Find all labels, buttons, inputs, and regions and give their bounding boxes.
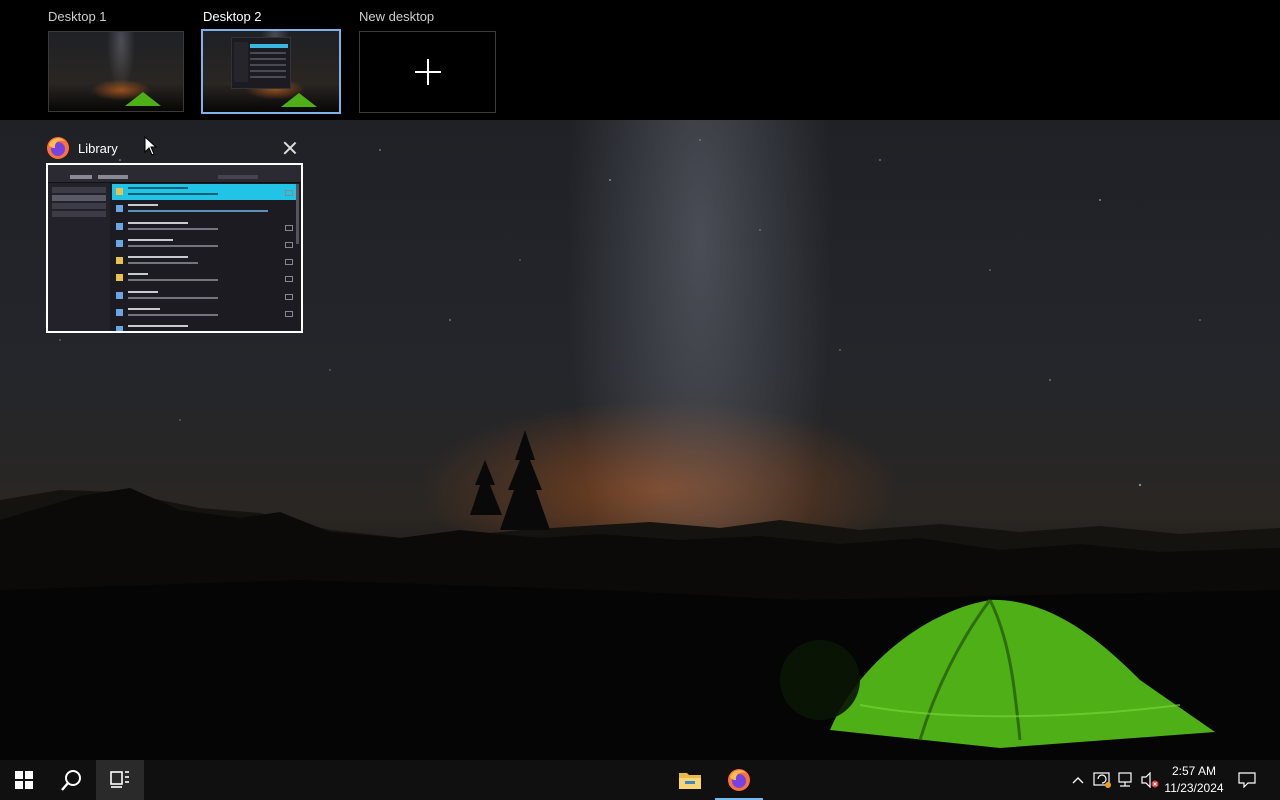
desktop-2-thumbnail[interactable] [201, 29, 341, 114]
desktop-1-label: Desktop 1 [48, 9, 107, 24]
thumb-scrollbar [296, 184, 299, 244]
taskbar: 2:57 AM 11/23/2024 [0, 760, 1280, 800]
list-item [112, 288, 299, 306]
list-item [112, 322, 299, 331]
list-item [112, 253, 299, 271]
start-button[interactable] [0, 760, 48, 800]
desktop-1[interactable]: Desktop 1 [48, 8, 188, 112]
search-button[interactable] [48, 760, 96, 800]
notification-icon[interactable] [1237, 770, 1257, 790]
clock-date: 11/23/2024 [1164, 781, 1224, 795]
thumb-titlebar [48, 165, 301, 173]
taskbar-file-explorer[interactable] [666, 760, 714, 800]
network-icon[interactable] [1116, 770, 1136, 790]
mouse-pointer-icon [144, 136, 158, 156]
tent-thumb-graphic [125, 92, 161, 106]
new-desktop-label: New desktop [359, 9, 435, 24]
task-view-button[interactable] [96, 760, 144, 800]
window-card-header: Library [46, 134, 303, 162]
list-item [112, 270, 299, 288]
file-explorer-icon [679, 773, 701, 789]
plus-icon [414, 59, 441, 85]
mini-library-window [231, 37, 291, 89]
virtual-desktops-bar: Desktop 1 Desktop 2 New desktop [0, 0, 1280, 120]
taskbar-firefox[interactable] [715, 760, 763, 800]
chevron-up-icon[interactable] [1068, 770, 1088, 790]
thumb-toolbar [48, 173, 301, 183]
thumb-sidebar [48, 183, 110, 331]
close-icon[interactable] [280, 138, 300, 158]
desktop-1-thumbnail[interactable] [48, 31, 184, 112]
list-item [112, 305, 299, 323]
library-window-thumbnail[interactable] [46, 163, 303, 333]
new-desktop-button[interactable] [359, 31, 496, 113]
firefox-icon [47, 137, 69, 159]
list-item [112, 201, 299, 219]
window-card-title: Library [78, 141, 118, 156]
clock-time: 2:57 AM [1171, 764, 1217, 778]
desktop-2-label: Desktop 2 [203, 9, 262, 24]
firefox-icon [728, 769, 750, 791]
list-item [112, 236, 299, 254]
task-view-icon [110, 771, 129, 788]
list-item [112, 219, 299, 236]
list-item [112, 184, 299, 202]
window-card-library[interactable]: Library [46, 134, 303, 333]
windows-start-icon [15, 771, 33, 789]
update-icon[interactable] [1092, 770, 1112, 790]
search-icon [61, 770, 81, 791]
new-desktop[interactable]: New desktop [359, 8, 499, 113]
tent-thumb-graphic [281, 93, 317, 107]
volume-muted-icon[interactable] [1140, 770, 1160, 790]
system-clock[interactable]: 2:57 AM 11/23/2024 [1160, 760, 1228, 800]
thumb-download-list [112, 184, 299, 331]
desktop-2[interactable]: Desktop 2 [201, 8, 343, 114]
